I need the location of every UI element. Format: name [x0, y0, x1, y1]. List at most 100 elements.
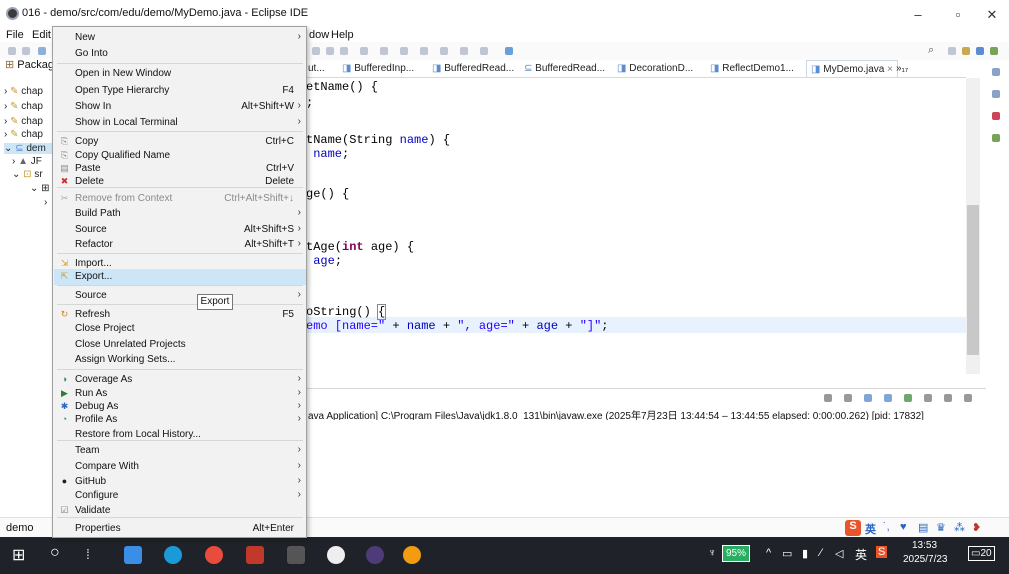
display-console-icon[interactable]	[904, 394, 912, 402]
file-explorer-icon[interactable]	[124, 546, 142, 564]
menu-item-assign-working-sets[interactable]: Assign Working Sets...	[54, 352, 306, 368]
menu-item-close-unrelated-projects[interactable]: Close Unrelated Projects	[54, 337, 306, 353]
pen-icon[interactable]: ⁄	[820, 547, 822, 559]
pin-console-icon[interactable]	[884, 394, 892, 402]
scroll-lock-icon[interactable]	[864, 394, 872, 402]
terminal-icon[interactable]	[505, 47, 513, 55]
menu-item-go-into[interactable]: Go Into	[54, 46, 306, 62]
open-icon[interactable]	[38, 47, 46, 55]
editor-tab[interactable]: ◨ DecorationD...	[617, 63, 693, 74]
tree-item[interactable]: ›	[44, 197, 47, 208]
close-tab-icon[interactable]: ×	[887, 64, 893, 75]
java-ee-perspective-icon[interactable]	[962, 47, 970, 55]
tray-chevron-icon[interactable]: ^	[766, 547, 771, 559]
debug-toolbar-icon[interactable]	[326, 47, 334, 55]
javadoc-icon[interactable]	[992, 134, 1000, 142]
editor-tab[interactable]: ut...	[308, 63, 325, 74]
package-explorer-tab[interactable]: ⊞ Packag	[5, 58, 54, 71]
taskbar-ime-label[interactable]: 英	[855, 546, 867, 563]
new-icon[interactable]	[8, 47, 16, 55]
wps-icon[interactable]	[246, 546, 264, 564]
keyboard-icon[interactable]: ▤	[918, 521, 928, 534]
menu-item-configure[interactable]: Configure ›	[54, 488, 306, 504]
microphone-icon[interactable]: ♥	[900, 521, 907, 533]
volume-icon[interactable]: ◁	[835, 547, 843, 560]
console-output[interactable]	[306, 420, 986, 520]
more-tabs-indicator[interactable]: »₁₇	[896, 63, 908, 74]
tree-item-selected[interactable]: ⌄ ⊆ dem	[4, 143, 52, 154]
annotation-icon[interactable]	[400, 47, 408, 55]
menu-edit[interactable]: Edit	[32, 28, 51, 42]
open-type-icon[interactable]	[360, 47, 368, 55]
task-view-icon[interactable]: ⁞	[86, 546, 90, 562]
close-button[interactable]: ✕	[972, 4, 1009, 26]
tree-item[interactable]: › ✎ chap	[4, 86, 43, 97]
menu-item-properties[interactable]: Properties Alt+Enter	[54, 521, 306, 537]
tree-item[interactable]: ⌄ ⊞	[30, 183, 50, 194]
menu-item-show-in[interactable]: Show In Alt+Shift+W ›	[54, 99, 306, 115]
menu-item-delete[interactable]: ✖ Delete Delete	[54, 174, 306, 190]
menu-item-restore-from-local-history[interactable]: Restore from Local History...	[54, 427, 306, 443]
clock-time[interactable]: 13:53	[912, 540, 937, 551]
run-toolbar-icon[interactable]	[312, 47, 320, 55]
ime-more-icon[interactable]: ❥	[972, 521, 981, 534]
tree-item[interactable]: › ✎ chap	[4, 129, 43, 140]
tray-app-icon[interactable]: ▭	[782, 547, 792, 560]
view-menu-icon[interactable]	[944, 394, 952, 402]
editor-tab[interactable]: ◨ BufferedInp...	[342, 63, 414, 74]
menu-item-show-in-local-terminal[interactable]: Show in Local Terminal ›	[54, 115, 306, 131]
tree-item[interactable]: › ✎ chap	[4, 116, 43, 127]
menu-item-open-type-hierarchy[interactable]: Open Type Hierarchy F4	[54, 83, 306, 99]
menu-item-build-path[interactable]: Build Path ›	[54, 206, 306, 222]
open-perspective-icon[interactable]	[948, 47, 956, 55]
search-icon[interactable]: ⌕	[928, 44, 934, 57]
forward-icon[interactable]	[440, 47, 448, 55]
taskbar-sogou-icon[interactable]: S	[876, 546, 888, 558]
battery-indicator[interactable]: 95%	[722, 545, 751, 562]
menu-item-source[interactable]: Source Alt+Shift+S ›	[54, 222, 306, 238]
notepad-icon[interactable]	[287, 546, 305, 564]
punctuation-icon[interactable]: ˙,	[883, 521, 890, 533]
menu-item-profile-as[interactable]: ◔ Profile As ›	[54, 412, 306, 428]
chrome-icon[interactable]	[205, 546, 223, 564]
back-icon[interactable]	[420, 47, 428, 55]
open-console-icon[interactable]	[924, 394, 932, 402]
search-taskbar-icon[interactable]: ○	[50, 544, 60, 562]
menu-item-team[interactable]: Team ›	[54, 443, 306, 459]
edge-icon[interactable]	[164, 546, 182, 564]
menu-item-open-in-new-window[interactable]: Open in New Window	[54, 66, 306, 82]
task-list-icon[interactable]	[992, 90, 1000, 98]
clear-console-icon[interactable]	[844, 394, 852, 402]
tree-item[interactable]: › ▲ JF	[12, 156, 42, 167]
external-tools-icon[interactable]	[340, 47, 348, 55]
editor-scroll-thumb[interactable]	[967, 205, 979, 355]
tree-item[interactable]: ⌄ ⊡ sr	[12, 169, 43, 180]
tree-item[interactable]: › ✎ chap	[4, 101, 43, 112]
windows-start-icon[interactable]: ⊞	[12, 545, 25, 565]
java-perspective-icon[interactable]	[976, 47, 984, 55]
power-plug-icon[interactable]: ♆	[708, 547, 716, 559]
notification-center[interactable]: ▭20	[968, 546, 995, 561]
outline-icon[interactable]	[992, 68, 1000, 76]
problems-icon[interactable]	[992, 112, 1000, 120]
sogou-ime-icon[interactable]: S	[845, 520, 861, 536]
search-toolbar-icon[interactable]	[380, 47, 388, 55]
save-icon[interactable]	[22, 47, 30, 55]
editor-tab-active[interactable]: ◨ MyDemo.java ×	[806, 60, 898, 77]
pin-editor-icon[interactable]	[480, 47, 488, 55]
menu-item-compare-with[interactable]: Compare With ›	[54, 459, 306, 475]
menu-item-source[interactable]: Source ›	[54, 288, 306, 304]
code-editor[interactable]	[306, 78, 966, 378]
menu-item-export[interactable]: ⇱ Export...	[54, 269, 306, 285]
editor-tab[interactable]: ◨ ReflectDemo1...	[710, 63, 794, 74]
toolbox-icon[interactable]: ⁂	[954, 521, 965, 534]
menu-item-close-project[interactable]: Close Project	[54, 321, 306, 337]
clock-date[interactable]: 2025/7/23	[903, 554, 948, 565]
nav-history-icon[interactable]	[460, 47, 468, 55]
menu-item-validate[interactable]: ☑ Validate	[54, 503, 306, 519]
terminate-icon[interactable]	[824, 394, 832, 402]
network-icon[interactable]: ▮	[802, 547, 808, 560]
menu-file[interactable]: File	[6, 28, 24, 42]
skin-icon[interactable]: ♛	[936, 521, 946, 534]
editor-tab[interactable]: ◨ BufferedRead...	[432, 63, 514, 74]
